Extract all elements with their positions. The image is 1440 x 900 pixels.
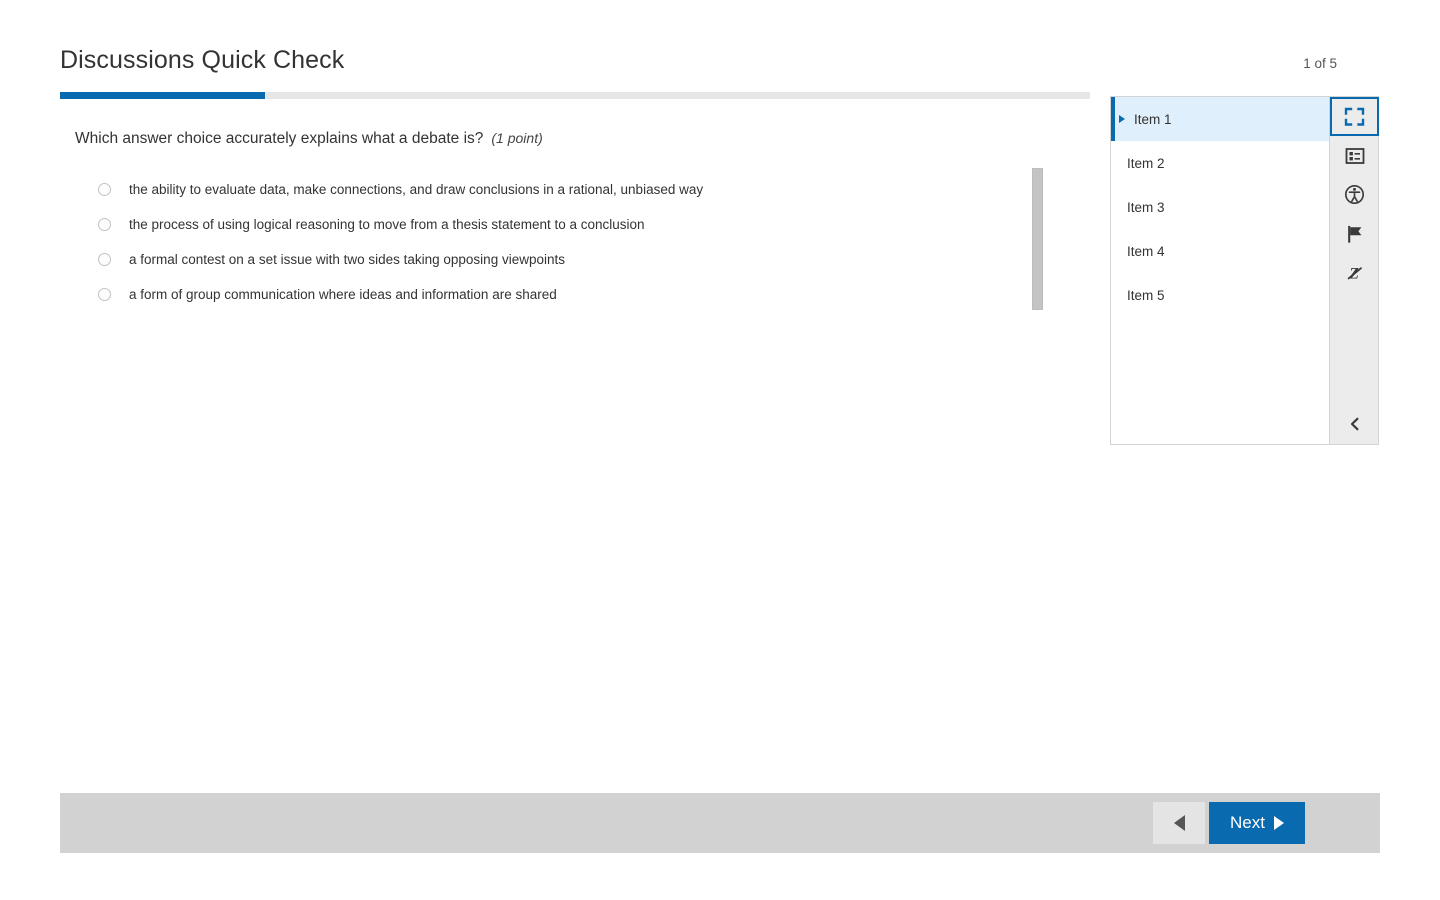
progress-bar: [60, 92, 1090, 99]
scrollbar-thumb[interactable]: [1032, 168, 1043, 310]
item-nav-row[interactable]: Item 2: [1111, 141, 1329, 185]
item-nav-row[interactable]: Item 5: [1111, 273, 1329, 317]
triangle-right-icon: [1273, 816, 1284, 830]
item-nav-row[interactable]: Item 3: [1111, 185, 1329, 229]
question-panel: Which answer choice accurately explains …: [60, 112, 1090, 782]
accessibility-button[interactable]: [1330, 175, 1379, 214]
answer-choice-label: a form of group communication where idea…: [129, 287, 557, 302]
accessibility-icon: [1345, 185, 1364, 204]
item-navigation-panel: Item 1 Item 2 Item 3 Item 4 Item 5: [1110, 96, 1330, 445]
answer-choice-label: the ability to evaluate data, make conne…: [129, 182, 704, 197]
quiz-page: Discussions Quick Check 1 of 5 Which ans…: [0, 0, 1440, 900]
radio-button[interactable]: [98, 183, 111, 196]
item-nav-row[interactable]: Item 4: [1111, 229, 1329, 273]
radio-button[interactable]: [98, 253, 111, 266]
eliminate-choice-icon: Z: [1347, 265, 1362, 282]
collapse-panel-button[interactable]: [1330, 404, 1379, 444]
question-text: Which answer choice accurately explains …: [75, 130, 484, 147]
item-nav-label: Item 3: [1127, 199, 1165, 215]
next-button[interactable]: Next: [1209, 802, 1305, 844]
item-list-icon: [1345, 147, 1364, 164]
answer-choice-option[interactable]: the ability to evaluate data, make conne…: [92, 172, 1032, 207]
item-nav-label: Item 5: [1127, 287, 1165, 303]
eliminate-choice-button[interactable]: Z: [1330, 253, 1379, 292]
answer-choice-option[interactable]: a formal contest on a set issue with two…: [92, 242, 1032, 277]
fullscreen-icon: [1344, 107, 1364, 126]
chevron-left-icon: [1350, 417, 1358, 431]
footer-navigation-bar: Next: [60, 793, 1380, 853]
item-nav-label: Item 2: [1127, 155, 1165, 171]
item-counter: 1 of 5: [1303, 56, 1337, 71]
question-points: (1 point): [491, 130, 543, 146]
triangle-left-icon: [1173, 815, 1185, 831]
radio-button[interactable]: [98, 218, 111, 231]
answer-choice-label: the process of using logical reasoning t…: [129, 217, 645, 232]
flag-button[interactable]: [1330, 214, 1379, 253]
next-button-label: Next: [1230, 813, 1265, 832]
question-stem: Which answer choice accurately explains …: [75, 130, 543, 148]
answer-choice-option[interactable]: the process of using logical reasoning t…: [92, 207, 1032, 242]
fullscreen-button[interactable]: [1330, 97, 1379, 136]
page-title: Discussions Quick Check: [60, 46, 345, 74]
answer-choice-list: the ability to evaluate data, make conne…: [92, 172, 1032, 312]
item-nav-row[interactable]: Item 1: [1111, 97, 1329, 141]
item-nav-label: Item 1: [1134, 111, 1172, 127]
flag-icon: [1347, 225, 1361, 243]
item-nav-label: Item 4: [1127, 243, 1165, 259]
answer-choice-label: a formal contest on a set issue with two…: [129, 252, 565, 267]
radio-button[interactable]: [98, 288, 111, 301]
tool-rail: Z: [1330, 96, 1379, 445]
back-button[interactable]: [1153, 802, 1205, 844]
answer-choice-option[interactable]: a form of group communication where idea…: [92, 277, 1032, 312]
progress-bar-fill: [60, 92, 265, 99]
content-scrollbar[interactable]: [1032, 168, 1043, 328]
item-list-button[interactable]: [1330, 136, 1379, 175]
current-item-marker-icon: [1119, 115, 1125, 123]
